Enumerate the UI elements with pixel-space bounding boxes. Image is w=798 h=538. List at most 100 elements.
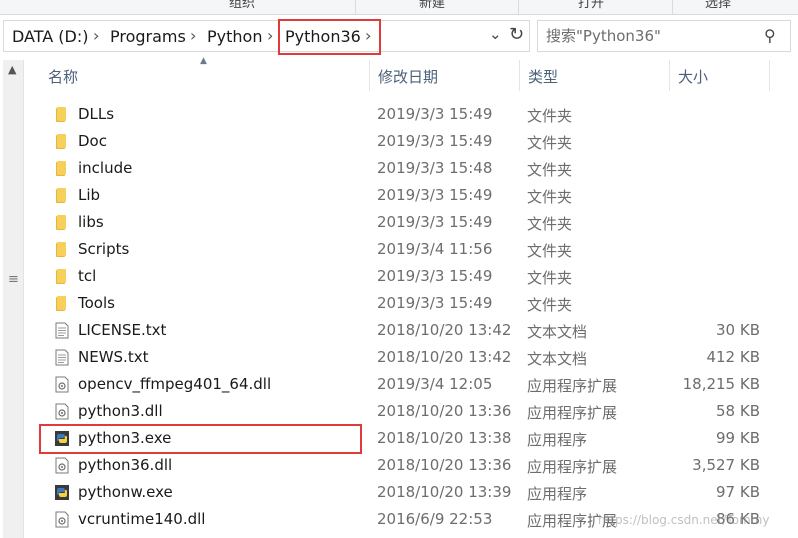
file-size: 99 KB <box>716 429 760 447</box>
python-exe-icon <box>54 484 70 501</box>
chevron-right-icon[interactable]: › <box>267 26 273 45</box>
file-type: 文本文档 <box>527 350 588 368</box>
folder-icon <box>54 295 70 312</box>
refresh-icon[interactable]: ↻ <box>509 24 524 45</box>
scroll-up-arrow-icon[interactable]: ▲ <box>8 63 16 76</box>
file-modified-date: 2019/3/3 15:49 <box>377 267 493 285</box>
file-size: 30 KB <box>716 321 760 339</box>
file-modified-date: 2019/3/4 12:05 <box>377 375 493 393</box>
file-name: Doc <box>78 132 107 150</box>
file-type: 文件夹 <box>527 296 573 314</box>
folder-icon <box>54 241 70 258</box>
file-type: 文件夹 <box>527 107 573 125</box>
breadcrumb-python[interactable]: Python <box>207 27 262 46</box>
file-name: vcruntime140.dll <box>78 510 206 528</box>
file-size: 412 KB <box>706 348 760 366</box>
file-size: 18,215 KB <box>682 375 760 393</box>
scroll-grip-icon[interactable]: ≡ <box>8 272 19 287</box>
file-row[interactable]: include 2019/3/3 15:48 文件夹 <box>40 155 780 182</box>
vertical-scrollbar[interactable]: ▲ ≡ <box>3 60 24 538</box>
file-type: 文件夹 <box>527 242 573 260</box>
file-name: NEWS.txt <box>78 348 149 366</box>
annotation-box-current-folder <box>278 19 381 55</box>
file-row[interactable]: Lib 2019/3/3 15:49 文件夹 <box>40 182 780 209</box>
folder-icon <box>54 160 70 177</box>
file-row[interactable]: opencv_ffmpeg401_64.dll 2019/3/4 12:05 应用程… <box>40 371 780 398</box>
file-name: LICENSE.txt <box>78 321 167 339</box>
file-type: 应用程序扩展 <box>527 377 618 395</box>
file-name: Tools <box>78 294 115 312</box>
column-header-type-label: 类型 <box>528 68 559 86</box>
file-type: 应用程序 <box>527 485 588 503</box>
chevron-right-icon[interactable]: › <box>93 26 99 45</box>
file-type: 应用程序扩展 <box>527 404 618 422</box>
file-modified-date: 2018/10/20 13:38 <box>377 429 512 447</box>
file-row[interactable]: python36.dll 2018/10/20 13:36 应用程序扩展 3,527 … <box>40 452 780 479</box>
file-row[interactable]: DLLs 2019/3/3 15:49 文件夹 <box>40 101 780 128</box>
ribbon-group-select: 选择 <box>705 0 732 11</box>
file-type: 文本文档 <box>527 323 588 341</box>
column-header-date[interactable]: 修改日期 <box>370 60 520 91</box>
file-name: python3.dll <box>78 402 163 420</box>
file-type: 应用程序 <box>527 431 588 449</box>
column-header-date-label: 修改日期 <box>378 68 439 86</box>
folder-icon <box>54 268 70 285</box>
file-name: pythonw.exe <box>78 483 173 501</box>
file-modified-date: 2019/3/3 15:48 <box>377 159 493 177</box>
file-type: 文件夹 <box>527 188 573 206</box>
breadcrumb-drive[interactable]: DATA (D:) <box>12 27 89 46</box>
column-header-size-label: 大小 <box>678 68 709 86</box>
ribbon-strip: 组织 新建 打开 选择 <box>0 0 798 15</box>
file-modified-date: 2019/3/4 11:56 <box>377 240 493 258</box>
file-row[interactable]: NEWS.txt 2018/10/20 13:42 文本文档 412 KB <box>40 344 780 371</box>
file-row[interactable]: Doc 2019/3/3 15:49 文件夹 <box>40 128 780 155</box>
file-size: 3,527 KB <box>692 456 760 474</box>
file-name: python36.dll <box>78 456 173 474</box>
file-modified-date: 2019/3/3 15:49 <box>377 105 493 123</box>
folder-icon <box>54 133 70 150</box>
file-modified-date: 2016/6/9 22:53 <box>377 510 493 528</box>
folder-icon <box>54 214 70 231</box>
file-name: Lib <box>78 186 101 204</box>
file-row[interactable]: tcl 2019/3/3 15:49 文件夹 <box>40 263 780 290</box>
file-modified-date: 2019/3/3 15:49 <box>377 132 493 150</box>
text-file-icon <box>54 349 70 366</box>
dll-file-icon <box>54 457 70 474</box>
search-input[interactable] <box>546 26 756 46</box>
file-modified-date: 2019/3/3 15:49 <box>377 186 493 204</box>
sort-ascending-icon: ▲ <box>200 56 207 66</box>
file-row[interactable]: Tools 2019/3/3 15:49 文件夹 <box>40 290 780 317</box>
file-row[interactable]: pythonw.exe 2018/10/20 13:39 应用程序 97 KB <box>40 479 780 506</box>
file-row[interactable]: python3.dll 2018/10/20 13:36 应用程序扩展 58 KB <box>40 398 780 425</box>
column-header-name-label: 名称 <box>48 68 79 86</box>
address-bar[interactable]: DATA (D:) › Programs › Python › Python36… <box>3 19 530 55</box>
file-size: 58 KB <box>716 402 760 420</box>
text-file-icon <box>54 322 70 339</box>
file-size: 97 KB <box>716 483 760 501</box>
ribbon-group-organize: 组织 <box>229 0 256 11</box>
file-modified-date: 2019/3/3 15:49 <box>377 294 493 312</box>
file-row[interactable]: LICENSE.txt 2018/10/20 13:42 文本文档 30 KB <box>40 317 780 344</box>
file-name: Scripts <box>78 240 130 258</box>
file-name: include <box>78 159 133 177</box>
folder-icon <box>54 187 70 204</box>
file-type: 应用程序扩展 <box>527 458 618 476</box>
annotation-box-python-exe <box>39 424 362 454</box>
folder-icon <box>54 106 70 123</box>
file-modified-date: 2018/10/20 13:42 <box>377 348 512 366</box>
ribbon-group-new: 新建 <box>419 0 446 11</box>
search-icon[interactable]: ⚲ <box>764 26 776 45</box>
chevron-down-icon[interactable]: ⌄ <box>489 25 502 43</box>
dll-file-icon <box>54 376 70 393</box>
search-box[interactable]: ⚲ <box>537 20 791 52</box>
watermark: https://blog.csdn.net/Tommy <box>598 513 770 527</box>
chevron-right-icon[interactable]: › <box>190 26 196 45</box>
file-row[interactable]: libs 2019/3/3 15:49 文件夹 <box>40 209 780 236</box>
file-row[interactable]: Scripts 2019/3/4 11:56 文件夹 <box>40 236 780 263</box>
file-modified-date: 2018/10/20 13:36 <box>377 456 512 474</box>
column-header-type[interactable]: 类型 <box>520 60 670 91</box>
file-modified-date: 2018/10/20 13:39 <box>377 483 512 501</box>
file-name: libs <box>78 213 104 231</box>
column-header-size[interactable]: 大小 <box>670 60 770 91</box>
breadcrumb-programs[interactable]: Programs <box>110 27 186 46</box>
